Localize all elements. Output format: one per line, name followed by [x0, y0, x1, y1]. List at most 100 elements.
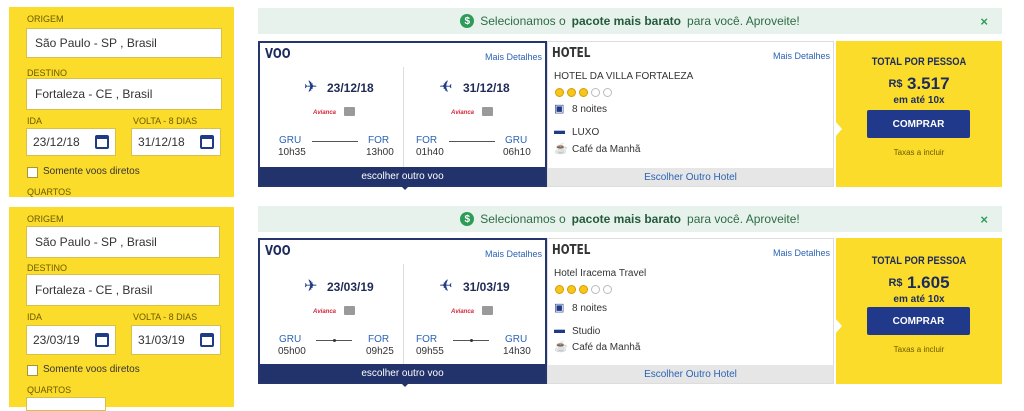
origin-label: ORIGEM [27, 214, 64, 224]
plane-return-icon: ✈ [439, 278, 453, 295]
calendar-icon: ▣ [554, 103, 565, 115]
direct-flights-checkbox[interactable] [27, 365, 38, 376]
inbound-from-code: FOR [416, 135, 438, 146]
airline-logo: Avianca [451, 110, 475, 116]
inbound-arr-time: 14h30 [503, 346, 531, 357]
installments: em até 10x [893, 294, 945, 305]
hotel-details-link[interactable]: Mais Detalhes [773, 248, 830, 258]
choose-other-hotel-button[interactable]: Escolher Outro Hotel [548, 168, 833, 186]
quartos-label: QUARTOS [27, 187, 72, 197]
star-icon-filled [567, 285, 576, 294]
hotel-nights: 8 noites [572, 303, 608, 314]
destination-label: DESTINO [27, 68, 68, 78]
volta-date-input[interactable]: 31/03/19 [131, 325, 221, 355]
quartos-label: QUARTOS [27, 385, 72, 395]
stop-dot [333, 339, 336, 342]
baggage-icon [344, 107, 355, 116]
star-icon-filled [579, 88, 588, 97]
choose-other-flight-label: escolher outro voo [361, 170, 444, 182]
outbound-dep-time: 05h00 [278, 346, 306, 357]
flight-details-link[interactable]: Mais Detalhes [485, 52, 542, 62]
destination-input[interactable]: Fortaleza - CE , Brasil [26, 274, 220, 306]
direct-flights-checkbox[interactable] [27, 167, 38, 178]
ida-date-input[interactable]: 23/12/18 [26, 128, 116, 156]
star-icon-empty [603, 88, 612, 97]
money-icon: $ [460, 212, 475, 226]
close-icon[interactable]: × [980, 14, 988, 29]
leg-divider [403, 264, 404, 368]
arrow-pointer [835, 318, 842, 334]
calendar-icon[interactable] [200, 135, 214, 149]
origin-input[interactable]: São Paulo - SP , Brasil [26, 226, 220, 258]
leg-divider [403, 67, 404, 171]
choose-other-flight-button[interactable]: escolher outro voo [260, 167, 545, 190]
origin-input[interactable]: São Paulo - SP , Brasil [26, 28, 222, 58]
airline-logo: Avianca [313, 110, 337, 116]
price-panel: TOTAL POR PESSOA R$ 3.517 em até 10x COM… [835, 41, 1002, 187]
volta-date-input[interactable]: 31/12/18 [131, 128, 221, 156]
calendar-icon[interactable] [95, 333, 109, 347]
cheapest-banner: $ Selecionamos o pacote mais barato para… [258, 8, 1002, 34]
star-icon-empty [603, 285, 612, 294]
outbound-to-code: FOR [368, 135, 390, 146]
choose-other-flight-button[interactable]: escolher outro voo [260, 364, 545, 387]
plane-departure-icon: ✈ [304, 278, 318, 295]
close-icon[interactable]: × [980, 212, 988, 227]
flight-card: VOO Mais Detalhes ✈ 23/03/19 Avianca GRU… [258, 238, 547, 387]
buy-button[interactable]: COMPRAR [867, 307, 970, 335]
inbound-date: 31/03/19 [463, 280, 510, 294]
inbound-arr-time: 06h10 [503, 147, 531, 158]
volta-date-value: 31/12/18 [138, 135, 185, 149]
outbound-arr-time: 13h00 [366, 147, 394, 158]
route-line [449, 141, 495, 142]
ida-date-value: 23/12/18 [33, 135, 80, 149]
outbound-to-code: FOR [368, 334, 390, 345]
calendar-icon[interactable] [95, 135, 109, 149]
destination-input[interactable]: Fortaleza - CE , Brasil [26, 78, 222, 110]
inbound-to-code: GRU [505, 334, 528, 345]
choose-other-hotel-label: Escolher Outro Hotel [644, 171, 737, 183]
hotel-meal: Café da Manhã [572, 144, 641, 155]
installments: em até 10x [893, 95, 945, 106]
volta-label: VOLTA - 8 DIAS [133, 116, 198, 126]
outbound-arr-time: 09h25 [366, 346, 394, 357]
ida-date-input[interactable]: 23/03/19 [26, 325, 116, 355]
bed-icon: ▬ [554, 125, 565, 137]
direct-flights-label: Somente voos diretos [43, 364, 140, 375]
coffee-icon: ☕ [554, 341, 568, 353]
calendar-icon: ▣ [554, 302, 565, 314]
calendar-icon[interactable] [200, 333, 214, 347]
star-icon-empty [591, 88, 600, 97]
rooms-input[interactable] [26, 397, 106, 411]
hotel-room-type: Studio [572, 326, 601, 337]
hotel-details-link[interactable]: Mais Detalhes [773, 51, 830, 61]
origin-label: ORIGEM [27, 14, 64, 24]
outbound-leg: ✈ 23/03/19 Avianca GRU FOR 05h00 09h25 [262, 264, 398, 368]
banner-text-pre: Selecionamos o [480, 212, 566, 226]
search-panel: ORIGEM São Paulo - SP , Brasil DESTINO F… [9, 207, 234, 411]
flight-details-link[interactable]: Mais Detalhes [485, 249, 542, 259]
choose-other-hotel-button[interactable]: Escolher Outro Hotel [548, 365, 833, 383]
banner-text-bold: pacote mais barato [571, 212, 682, 226]
star-icon-filled [567, 88, 576, 97]
choose-other-hotel-label: Escolher Outro Hotel [644, 368, 737, 380]
destination-label: DESTINO [27, 263, 68, 273]
currency: R$ [888, 277, 903, 289]
hotel-room-type: LUXO [572, 127, 600, 138]
search-panel: ORIGEM São Paulo - SP , Brasil DESTINO F… [9, 7, 234, 197]
star-icon-filled [555, 285, 564, 294]
flight-title: VOO [265, 47, 291, 62]
choose-other-flight-label: escolher outro voo [361, 367, 444, 379]
price-amount: 1.605 [906, 273, 950, 292]
coffee-icon: ☕ [554, 143, 568, 155]
flight-title: VOO [265, 244, 291, 259]
volta-date-value: 31/03/19 [138, 333, 185, 347]
taxes-note: Taxas a incluir [893, 345, 945, 354]
buy-button[interactable]: COMPRAR [867, 110, 970, 138]
hotel-name: HOTEL DA VILLA FORTALEZA [554, 71, 694, 82]
price-panel: TOTAL POR PESSOA R$ 1.605 em até 10x COM… [835, 238, 1002, 384]
inbound-dep-time: 01h40 [416, 147, 444, 158]
hotel-meal: Café da Manhã [572, 342, 641, 353]
hotel-title: HOTEL [552, 243, 591, 258]
star-icon-filled [555, 88, 564, 97]
